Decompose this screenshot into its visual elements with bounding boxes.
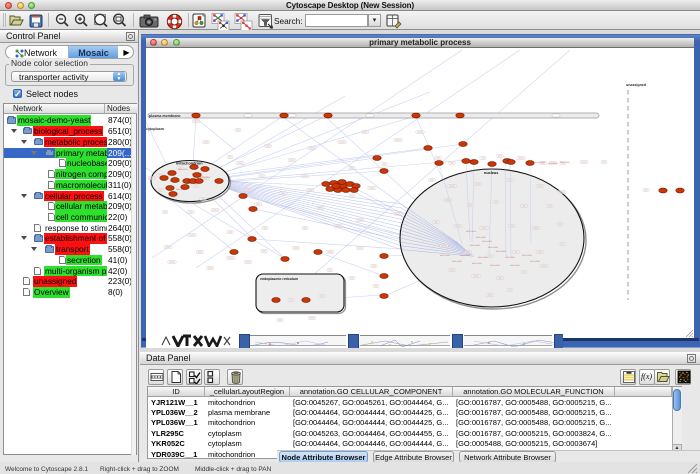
svg-text:unassigned: unassigned (626, 83, 646, 87)
svg-text:xxxx xxxx: xxxx xxxx (470, 244, 481, 247)
svg-text:xxxx xxxx: xxxx xxxx (178, 168, 189, 171)
svg-text:xxxx xxxx: xxxx xxxx (548, 162, 559, 165)
svg-text:xxxx xxxx: xxxx xxxx (452, 260, 463, 263)
svg-text:xxxx xxxx: xxxx xxxx (482, 240, 493, 243)
svg-text:xxxx xxxx: xxxx xxxx (530, 260, 541, 263)
svg-text:xxxx xxxx: xxxx xxxx (510, 264, 521, 267)
svg-text:xxxx xxxx: xxxx xxxx (505, 256, 516, 259)
svg-text:xxxx xxxx: xxxx xxxx (522, 254, 533, 257)
svg-text:xxxx xxxx: xxxx xxxx (496, 250, 507, 253)
svg-text:xxxx xxxx: xxxx xxxx (472, 262, 483, 265)
svg-text:xxxx xxxx: xxxx xxxx (560, 161, 571, 164)
svg-text:xxxx xxxx: xxxx xxxx (440, 254, 451, 257)
svg-text:xxxx xxxx: xxxx xxxx (490, 264, 501, 267)
svg-text:nucleus: nucleus (484, 171, 498, 175)
svg-text:xxxx xxxx: xxxx xxxx (460, 254, 471, 257)
svg-text:plasma membrane: plasma membrane (149, 114, 181, 118)
svg-text:xxxx xxxx: xxxx xxxx (535, 161, 546, 164)
svg-text:cytoplasm: cytoplasm (146, 127, 164, 131)
svg-text:xxxx xxxx: xxxx xxxx (478, 256, 489, 259)
svg-text:xxxx xxxx: xxxx xxxx (488, 246, 499, 249)
svg-text:xxxx xxxx: xxxx xxxx (200, 176, 211, 179)
svg-text:xxxx xxxx: xxxx xxxx (476, 236, 487, 239)
svg-text:mitochondrion: mitochondrion (176, 162, 203, 166)
svg-text:endoplasmic reticulum: endoplasmic reticulum (260, 277, 298, 281)
svg-text:xxxx xxxx: xxxx xxxx (466, 230, 477, 233)
